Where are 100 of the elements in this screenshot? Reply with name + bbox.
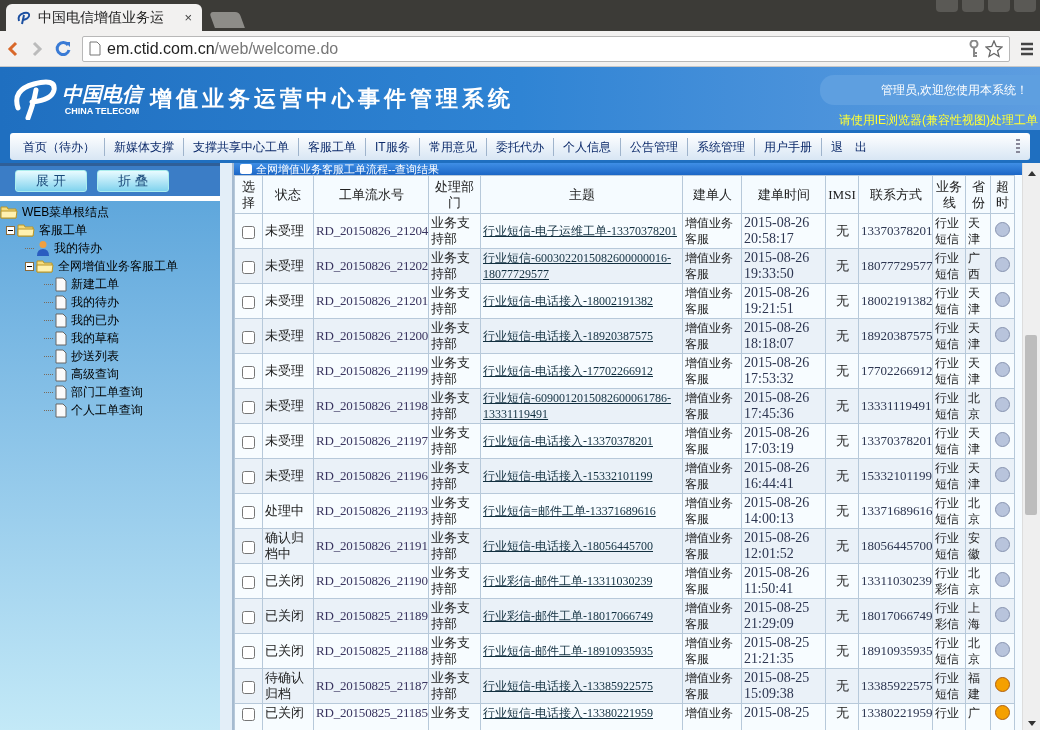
table-cell: 增值业务客服 — [682, 528, 742, 564]
table-cell: RD_20150825_21188 — [313, 633, 429, 669]
tree-item[interactable]: 全网增值业务客服工单 — [58, 257, 178, 275]
table-cell: 2015-08-26 11:50:41 — [741, 563, 826, 599]
table-cell: 增值业务客服 — [682, 458, 742, 494]
checkbox[interactable] — [242, 400, 255, 414]
table-cell: 未受理 — [262, 423, 314, 459]
checkbox[interactable] — [242, 295, 255, 309]
page-icon — [55, 348, 67, 364]
column-header: 建单时间 — [741, 175, 826, 214]
nav-item[interactable]: 客服工单 — [299, 137, 365, 156]
tree-item[interactable]: 我的待办 — [71, 293, 119, 311]
nav-item[interactable]: 首页（待办） — [14, 137, 104, 156]
checkbox[interactable] — [242, 260, 255, 274]
checkbox[interactable] — [242, 435, 255, 449]
table-cell: 行业短信 — [932, 283, 966, 319]
column-header: 工单流水号 — [313, 175, 429, 214]
sidebar-button[interactable]: 折 叠 — [97, 170, 169, 192]
table-cell: 无 — [825, 528, 859, 564]
table-cell: 2015-08-25 — [741, 703, 826, 730]
sidebar-button[interactable]: 展 开 — [15, 170, 87, 192]
table-cell: 18910935935 — [858, 633, 933, 669]
table-cell: 业务支持部 — [428, 493, 481, 529]
table-cell: 2015-08-26 17:45:36 — [741, 388, 826, 424]
new-tab-button[interactable] — [209, 12, 245, 28]
tree-item[interactable]: WEB菜单根结点 — [22, 203, 110, 221]
checkbox[interactable] — [242, 225, 255, 239]
table-cell: 北京 — [965, 633, 991, 669]
address-bar[interactable]: em.ctid.com.cn/web/welcome.do — [82, 35, 1010, 62]
collapse-toggle-icon[interactable] — [25, 261, 34, 271]
nav-item[interactable]: 新媒体支撑 — [105, 137, 183, 156]
reload-icon[interactable] — [54, 39, 72, 58]
tree-item[interactable]: 部门工单查询 — [71, 383, 143, 401]
column-header: 联系方式 — [858, 175, 933, 214]
checkbox[interactable] — [242, 540, 255, 554]
column-header: 建单人 — [682, 175, 742, 214]
tree-item[interactable]: 我的待办 — [54, 239, 102, 257]
table-cell: 行业短信 — [932, 528, 966, 564]
table-cell: 业务支持部 — [428, 423, 481, 459]
column-header: 选择 — [234, 175, 263, 214]
collapse-toggle-icon[interactable] — [6, 225, 15, 235]
star-icon[interactable] — [985, 39, 1003, 58]
table-cell: 增值业务客服 — [682, 283, 742, 319]
tree-item[interactable]: 我的草稿 — [71, 329, 119, 347]
nav-item[interactable]: 个人信息 — [553, 137, 620, 156]
menu-icon[interactable] — [1020, 41, 1034, 56]
table-cell: 北京 — [965, 388, 991, 424]
tree-item[interactable]: 客服工单 — [39, 221, 87, 239]
tree-item[interactable]: 新建工单 — [71, 275, 119, 293]
nav-item[interactable]: 常用意见 — [419, 137, 486, 156]
table-cell: 2015-08-25 21:29:09 — [741, 598, 826, 634]
checkbox[interactable] — [242, 365, 255, 379]
nav-item[interactable]: 委托代办 — [486, 137, 553, 156]
table-cell: 行业 — [932, 703, 966, 730]
browser-notice: 请使用IE浏览器(兼容性视图)处理工单 — [838, 112, 1039, 129]
table-cell: 待确认归档 — [262, 668, 314, 704]
nav-item[interactable]: IT服务 — [366, 137, 419, 156]
checkbox[interactable] — [242, 707, 255, 721]
table-cell: 2015-08-25 15:09:38 — [741, 668, 826, 704]
checkbox[interactable] — [242, 680, 255, 694]
close-icon[interactable]: × — [184, 7, 192, 28]
tree-item[interactable]: 高级查询 — [71, 365, 119, 383]
scroll-thumb[interactable] — [1025, 335, 1037, 515]
system-title: 增值业务运营中心事件管理系统 — [150, 85, 514, 113]
checkbox[interactable] — [242, 645, 255, 659]
nav-item[interactable]: 公告管理 — [620, 137, 687, 156]
table-cell: 无 — [825, 213, 859, 249]
checkbox[interactable] — [242, 470, 255, 484]
table-cell: 2015-08-26 17:53:32 — [741, 353, 826, 389]
scroll-up-icon[interactable] — [1027, 171, 1036, 176]
tree-item[interactable]: 抄送列表 — [71, 347, 119, 365]
china-telecom-logo-icon — [12, 77, 60, 120]
nav-item[interactable]: 退 出 — [821, 137, 876, 156]
tree-item[interactable]: 我的已办 — [71, 311, 119, 329]
table-cell: 行业短信 — [932, 318, 966, 354]
table-cell: 业务支持部 — [428, 668, 481, 704]
column-header: 省份 — [965, 175, 991, 214]
scroll-down-icon[interactable] — [1027, 721, 1036, 726]
table-cell: 无 — [825, 318, 859, 354]
nav-item[interactable]: 系统管理 — [687, 137, 754, 156]
checkbox[interactable] — [242, 575, 255, 589]
tree-item[interactable]: 个人工单查询 — [71, 401, 143, 419]
checkbox[interactable] — [242, 330, 255, 344]
table-cell: 13370378201 — [858, 423, 933, 459]
table-cell: 增值业务客服 — [682, 493, 742, 529]
key-icon[interactable] — [969, 39, 979, 58]
nav-item[interactable]: 支撑共享中心工单 — [184, 137, 298, 156]
table-cell: 增值业务客服 — [682, 633, 742, 669]
table-cell: 增值业务客服 — [682, 353, 742, 389]
table-cell: 增值业务客服 — [682, 318, 742, 354]
table-cell: 18920387575 — [858, 318, 933, 354]
nav-item[interactable]: 用户手册 — [754, 137, 821, 156]
back-icon[interactable] — [6, 40, 20, 57]
scrollbar[interactable] — [1022, 163, 1040, 730]
table-cell: 18017066749 — [858, 598, 933, 634]
table-cell: 13370378201 — [858, 213, 933, 249]
browser-tab[interactable]: 中国电信增值业务运 × — [6, 4, 202, 31]
telecom-logo-icon — [16, 10, 32, 25]
checkbox[interactable] — [242, 610, 255, 624]
checkbox[interactable] — [242, 505, 255, 519]
